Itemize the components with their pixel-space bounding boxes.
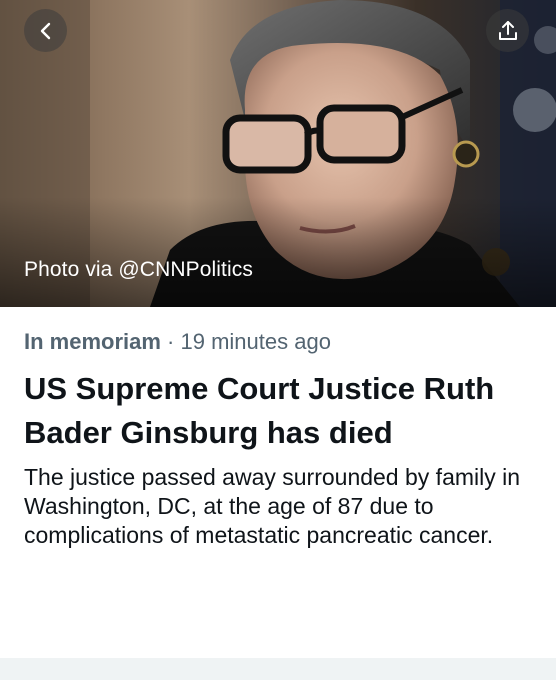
article-time: 19 minutes ago [180, 329, 331, 354]
article-summary: The justice passed away surrounded by fa… [24, 464, 521, 548]
hero-image-section: Photo via @CNNPolitics [0, 0, 556, 307]
meta-separator: · [160, 329, 181, 354]
photo-credit: Photo via @CNNPolitics [24, 258, 253, 281]
chevron-left-icon [40, 22, 50, 39]
hero-gradient-overlay [0, 197, 556, 307]
article-card[interactable]: In memoriam · 19 minutes ago US Supreme … [0, 307, 556, 550]
share-button[interactable] [486, 9, 529, 52]
footer-divider [0, 658, 556, 680]
article-meta: In memoriam · 19 minutes ago [24, 327, 532, 357]
share-icon [498, 20, 517, 40]
article-category: In memoriam [24, 329, 161, 354]
back-button[interactable] [24, 9, 67, 52]
article-headline[interactable]: US Supreme Court Justice Ruth Bader Gins… [24, 367, 532, 455]
